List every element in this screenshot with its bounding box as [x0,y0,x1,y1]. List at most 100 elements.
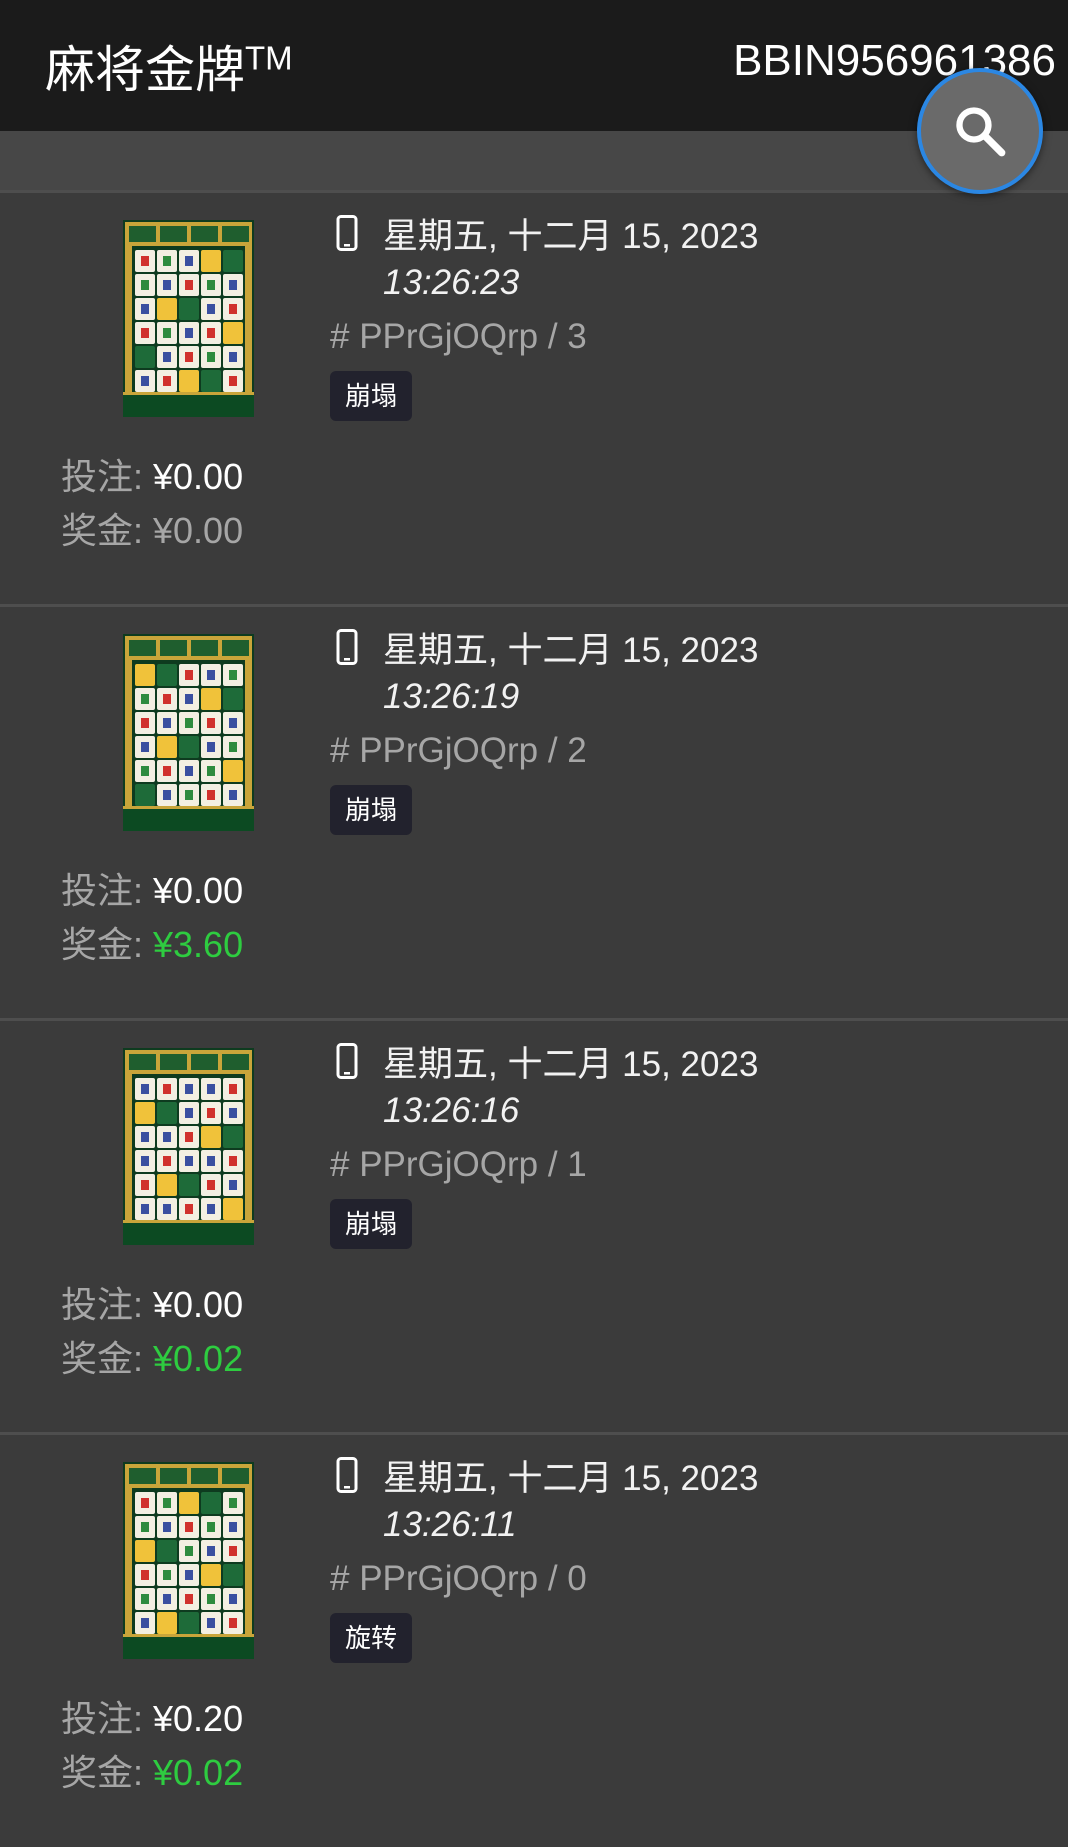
tile-symbol [185,1132,193,1142]
win-label: 奖金: [61,1752,154,1793]
mahjong-tile [223,688,243,710]
tile-symbol [185,280,193,290]
bet-value: ¥0.00 [153,870,244,911]
tile-symbol [185,718,193,728]
mahjong-tile [223,1198,243,1220]
tile-symbol [207,766,215,776]
tile-symbol [141,742,149,752]
history-record-0[interactable]: 星期五, 十二月 15, 2023 13:26:23 # PPrGjOQrp /… [0,190,1068,605]
round-id: # PPrGjOQrp / 3 [330,317,587,356]
round-id: # PPrGjOQrp / 2 [330,731,587,770]
tile-symbol [229,1618,237,1628]
mahjong-tile [179,298,199,320]
bet-value: ¥0.20 [153,1698,244,1739]
win-label: 奖金: [61,1338,154,1379]
win-value: ¥0.02 [153,1338,244,1379]
mobile-device-icon [336,1457,358,1493]
mahjong-tile [157,1174,177,1196]
game-thumbnail [123,220,254,417]
tile-symbol [141,376,149,386]
tile-symbol [229,670,237,680]
tile-symbol [163,790,171,800]
mahjong-tile [157,1540,177,1562]
win-label: 奖金: [61,924,154,965]
tile-symbol [185,790,193,800]
mahjong-tile [223,1126,243,1148]
tile-symbol [207,742,215,752]
filter-bar [0,131,1068,190]
app-header: 麻将金牌TM BBIN956961386 [0,0,1068,131]
bet-label: 投注: [61,456,154,497]
win-row: 奖金: ¥0.00 [61,502,243,554]
mahjong-tile [201,1126,221,1148]
tile-symbol [141,1594,149,1604]
tile-symbol [163,376,171,386]
tile-symbol [207,1594,215,1604]
tile-symbol [207,1204,215,1214]
app-title-text: 麻将金牌 [45,42,245,98]
mahjong-tile [135,1540,155,1562]
spin-type-badge: 旋转 [330,1613,413,1663]
game-thumbnail [123,1462,254,1659]
history-record-2[interactable]: 星期五, 十二月 15, 2023 13:26:16 # PPrGjOQrp /… [0,1018,1068,1433]
mobile-device-icon [336,1043,358,1079]
tile-symbol [229,1498,237,1508]
mahjong-tile [135,784,155,806]
record-time: 13:26:11 [383,1505,517,1544]
tile-symbol [185,670,193,680]
spin-type-badge: 崩塌 [330,1199,413,1249]
tile-symbol [207,1084,215,1094]
tile-symbol [141,1618,149,1628]
tile-symbol [229,1084,237,1094]
tile-symbol [141,304,149,314]
tile-symbol [141,718,149,728]
tile-symbol [185,256,193,266]
mahjong-tile [223,1564,243,1586]
bet-row: 投注: ¥0.20 [61,1690,243,1742]
tile-symbol [207,1618,215,1628]
mahjong-tile [201,250,221,272]
tile-symbol [163,280,171,290]
tile-symbol [163,1204,171,1214]
tile-symbol [185,1570,193,1580]
app-title: 麻将金牌TM [45,30,293,102]
mahjong-tile [223,760,243,782]
bet-label: 投注: [61,1698,154,1739]
tile-symbol [185,1084,193,1094]
tile-symbol [229,280,237,290]
tile-symbol [229,1180,237,1190]
round-id: # PPrGjOQrp / 0 [330,1559,587,1598]
tile-symbol [207,328,215,338]
mahjong-tile [201,688,221,710]
mahjong-tile [157,1102,177,1124]
tile-symbol [185,1546,193,1556]
record-date: 星期五, 十二月 15, 2023 [383,217,759,256]
mahjong-tile [223,322,243,344]
tile-symbol [185,1522,193,1532]
tile-symbol [185,1204,193,1214]
mahjong-tile [179,370,199,392]
mahjong-tile [179,1174,199,1196]
tile-symbol [163,1570,171,1580]
mahjong-tile [135,1102,155,1124]
win-row: 奖金: ¥3.60 [61,916,243,968]
history-record-3[interactable]: 星期五, 十二月 15, 2023 13:26:11 # PPrGjOQrp /… [0,1432,1068,1847]
tile-symbol [141,1498,149,1508]
spin-type-badge: 崩塌 [330,785,413,835]
mobile-device-icon [336,629,358,665]
tile-symbol [207,1180,215,1190]
tile-symbol [207,1156,215,1166]
mahjong-tile [179,736,199,758]
mahjong-tile [157,298,177,320]
tile-symbol [229,1108,237,1118]
tile-symbol [207,790,215,800]
bet-value: ¥0.00 [153,456,244,497]
bet-row: 投注: ¥0.00 [61,1276,243,1328]
tile-symbol [163,1084,171,1094]
tile-symbol [163,328,171,338]
search-button[interactable] [917,68,1043,194]
tile-symbol [185,766,193,776]
history-record-1[interactable]: 星期五, 十二月 15, 2023 13:26:19 # PPrGjOQrp /… [0,604,1068,1019]
win-value: ¥0.00 [153,510,244,551]
tile-symbol [163,694,171,704]
